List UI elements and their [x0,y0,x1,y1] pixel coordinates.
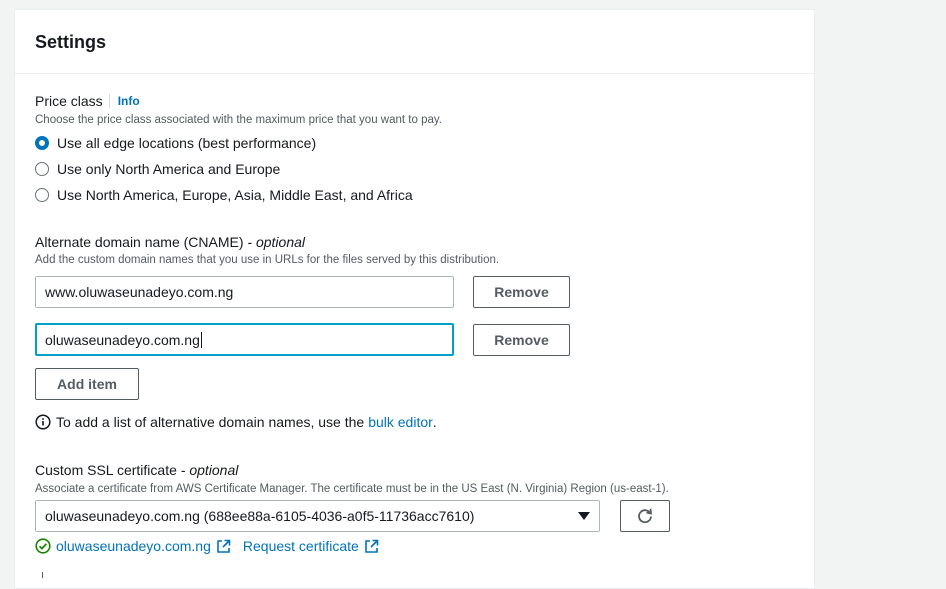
price-class-description: Choose the price class associated with t… [35,114,442,126]
certificate-links: oluwaseunadeyo.com.ng Request certificat… [35,538,379,554]
cname-label-row: Alternate domain name (CNAME) - optional [35,233,305,251]
radio-label: Use all edge locations (best performance… [57,135,317,151]
price-class-label: Price class [35,93,103,109]
radio-button[interactable] [35,188,49,202]
cut-off-divider [42,572,43,578]
ssl-label: Custom SSL certificate [35,462,177,478]
price-class-label-row: Price class Info [35,92,140,110]
refresh-button[interactable] [620,500,670,532]
cname-optional: - optional [247,234,306,250]
ssl-optional: - optional [180,462,239,478]
panel-header: Settings [15,10,814,74]
cname-input-value: oluwaseunadeyo.com.ng [45,331,200,348]
radio-button[interactable] [35,162,49,176]
radio-option-all-edge[interactable]: Use all edge locations (best performance… [35,134,316,152]
external-link-icon[interactable] [364,539,379,554]
certificate-link[interactable]: oluwaseunadeyo.com.ng [56,538,211,554]
hint-text: To add a list of alternative domain name… [56,414,365,430]
radio-label: Use North America, Europe, Asia, Middle … [57,187,413,203]
refresh-icon [636,507,654,525]
radio-option-na-europe[interactable]: Use only North America and Europe [35,160,280,178]
ssl-certificate-select[interactable]: oluwaseunadeyo.com.ng (688ee88a-6105-403… [35,500,600,532]
ssl-label-row: Custom SSL certificate - optional [35,461,238,479]
text-caret [200,331,202,348]
remove-button-1[interactable]: Remove [473,276,570,308]
add-item-button[interactable]: Add item [35,368,139,400]
bulk-editor-link[interactable]: bulk editor [368,414,433,430]
price-class-info-link[interactable]: Info [108,94,140,108]
ssl-select-value: oluwaseunadeyo.com.ng (688ee88a-6105-403… [45,508,475,524]
radio-label: Use only North America and Europe [57,161,281,177]
ssl-description: Associate a certificate from AWS Certifi… [35,483,669,495]
request-certificate-link[interactable]: Request certificate [243,538,359,554]
cname-input-value: www.oluwaseunadeyo.com.ng [45,284,234,300]
cname-description: Add the custom domain names that you use… [35,254,500,266]
cname-label: Alternate domain name (CNAME) [35,234,244,250]
panel-title: Settings [35,32,107,52]
success-check-icon [35,538,51,554]
external-link-icon[interactable] [216,539,231,554]
remove-button-2[interactable]: Remove [473,324,570,356]
hint-suffix: . [432,414,437,430]
radio-button-checked[interactable] [35,136,49,150]
caret-down-icon [578,511,590,521]
cname-input-1[interactable]: www.oluwaseunadeyo.com.ng [35,276,454,308]
info-icon [35,414,51,430]
bulk-editor-hint: To add a list of alternative domain name… [35,414,437,430]
radio-option-na-eu-asia[interactable]: Use North America, Europe, Asia, Middle … [35,186,413,204]
cname-input-2[interactable]: oluwaseunadeyo.com.ng [35,323,454,356]
